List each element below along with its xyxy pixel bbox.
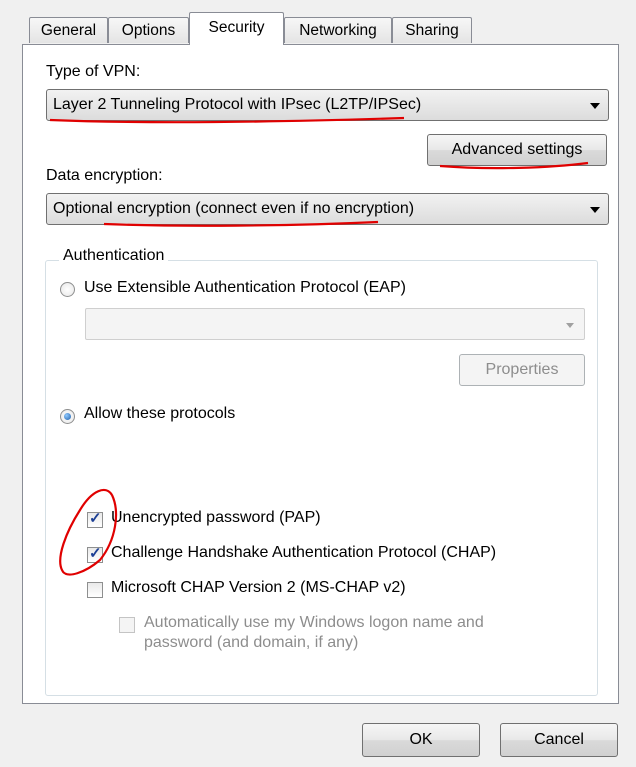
chevron-down-icon	[566, 323, 574, 328]
chap-label[interactable]: Challenge Handshake Authentication Proto…	[111, 544, 496, 562]
eap-method-select[interactable]	[85, 308, 585, 340]
tab-general[interactable]: General	[29, 17, 108, 43]
encryption-label: Data encryption:	[46, 167, 163, 184]
allow-protocols-label[interactable]: Allow these protocols	[84, 405, 235, 423]
properties-button[interactable]: Properties	[459, 354, 585, 386]
encryption-select[interactable]: Optional encryption (connect even if no …	[46, 193, 609, 225]
tab-options[interactable]: Options	[108, 17, 189, 43]
chap-checkbox[interactable]: ✓	[87, 545, 103, 563]
checkmark-icon: ✓	[89, 510, 102, 527]
chevron-down-icon	[590, 103, 600, 109]
tab-networking[interactable]: Networking	[284, 17, 392, 43]
vpn-type-label: Type of VPN:	[46, 63, 141, 80]
vpn-type-select[interactable]: Layer 2 Tunneling Protocol with IPsec (L…	[46, 89, 609, 121]
cancel-button[interactable]: Cancel	[500, 723, 618, 757]
checkmark-icon: ✓	[89, 545, 102, 562]
mschapv2-label[interactable]: Microsoft CHAP Version 2 (MS-CHAP v2)	[111, 579, 406, 597]
encryption-value: Optional encryption (connect even if no …	[53, 200, 415, 217]
vpn-type-value: Layer 2 Tunneling Protocol with IPsec (L…	[53, 96, 422, 113]
security-panel: Type of VPN: Layer 2 Tunneling Protocol …	[22, 44, 619, 704]
auto-logon-checkbox[interactable]	[119, 617, 135, 633]
authentication-title: Authentication	[59, 247, 169, 265]
eap-radio[interactable]	[60, 282, 75, 297]
allow-protocols-radio[interactable]	[60, 409, 75, 424]
auto-logon-label-line1: Automatically use my Windows logon name …	[144, 614, 484, 631]
ok-button[interactable]: OK	[362, 723, 480, 757]
tab-sharing[interactable]: Sharing	[392, 17, 472, 43]
auto-logon-label-line2: password (and domain, if any)	[144, 634, 359, 651]
advanced-settings-button[interactable]: Advanced settings	[427, 134, 607, 166]
eap-radio-label[interactable]: Use Extensible Authentication Protocol (…	[84, 279, 406, 297]
tab-security[interactable]: Security	[189, 12, 284, 45]
pap-checkbox[interactable]: ✓	[87, 510, 103, 528]
pap-label[interactable]: Unencrypted password (PAP)	[111, 509, 321, 527]
mschapv2-checkbox[interactable]	[87, 582, 103, 598]
chevron-down-icon	[590, 207, 600, 213]
